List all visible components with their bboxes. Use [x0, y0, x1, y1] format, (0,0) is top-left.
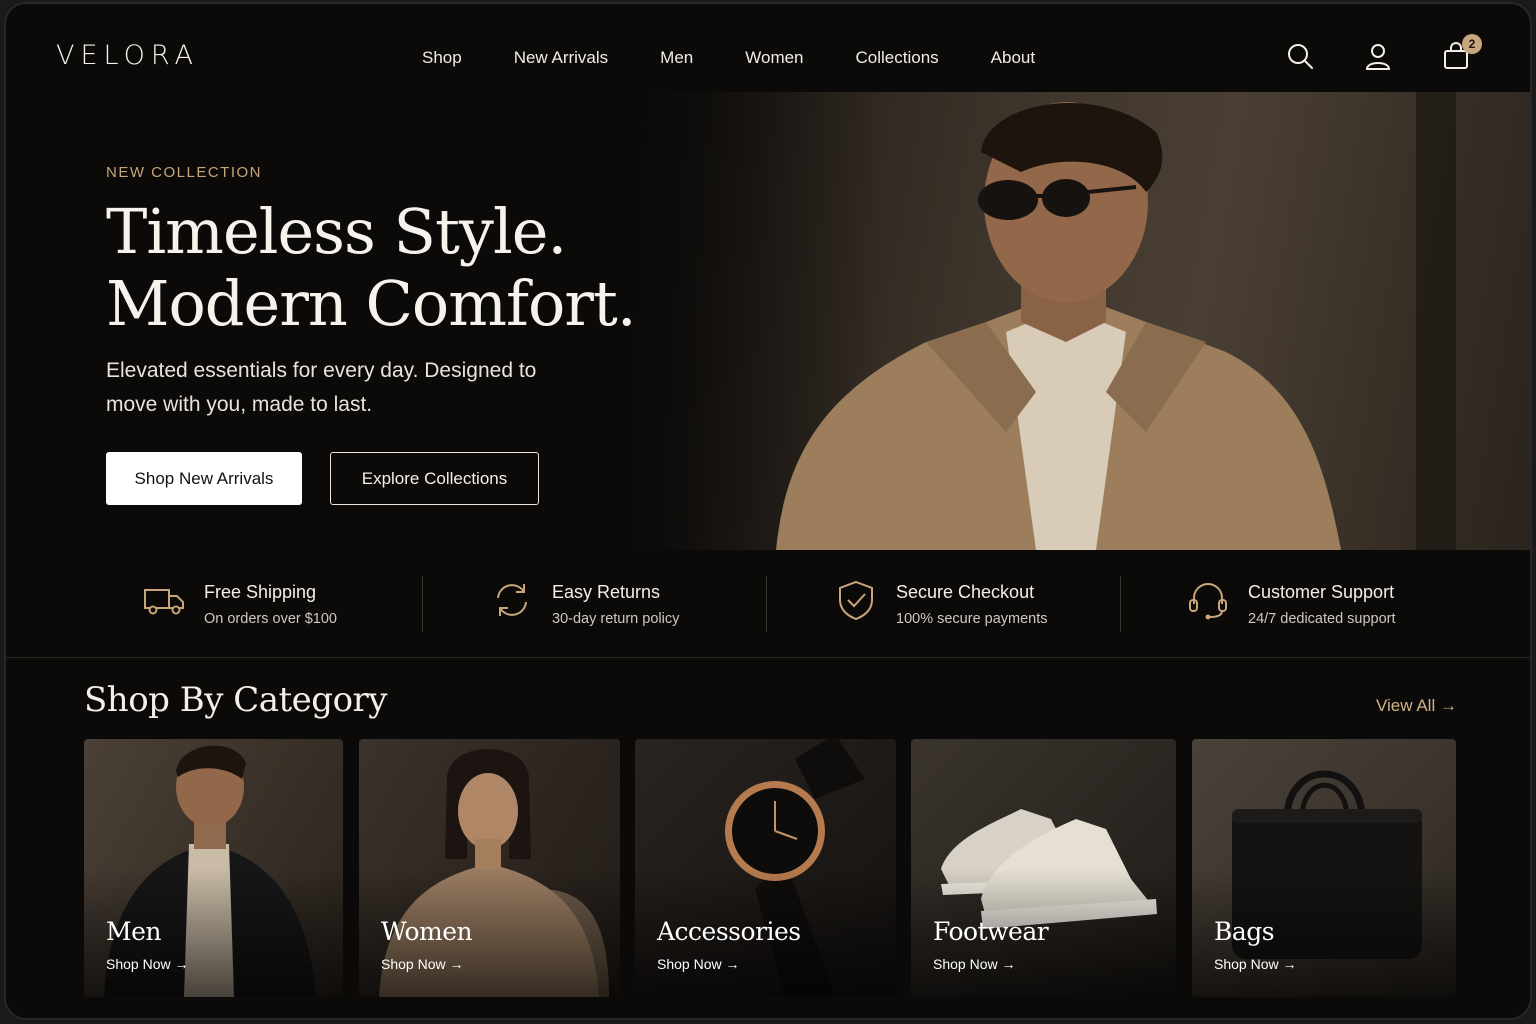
- shield-check-icon: [834, 578, 878, 622]
- category-name: Women: [381, 917, 473, 946]
- shop-now-link[interactable]: Shop Now →: [381, 956, 463, 972]
- truck-icon: [142, 578, 186, 622]
- feature-secure-checkout: Secure Checkout 100% secure payments: [834, 578, 1048, 627]
- feature-free-shipping: Free Shipping On orders over $100: [142, 578, 337, 627]
- page-frame: VELORA Shop New Arrivals Men Women Colle…: [4, 2, 1532, 1020]
- cart-count-badge: 2: [1462, 34, 1482, 54]
- shop-now-link[interactable]: Shop Now →: [933, 956, 1015, 972]
- search-icon[interactable]: [1286, 42, 1314, 70]
- hero-title-line-1: Timeless Style.: [106, 195, 567, 268]
- feature-desc: On orders over $100: [204, 611, 337, 627]
- feature-title: Customer Support: [1248, 582, 1395, 602]
- feature-title: Free Shipping: [204, 582, 317, 602]
- category-name: Footwear: [933, 917, 1049, 946]
- category-card-accessories[interactable]: Accessories Shop Now →: [635, 739, 896, 997]
- feature-title: Secure Checkout: [896, 582, 1035, 602]
- nav-item-about[interactable]: About: [991, 48, 1035, 68]
- hero-title: Timeless Style. Modern Comfort.: [106, 195, 637, 340]
- nav-item-women[interactable]: Women: [745, 48, 803, 68]
- site-header: VELORA Shop New Arrivals Men Women Colle…: [6, 4, 1530, 92]
- feature-desc: 30-day return policy: [552, 611, 680, 627]
- feature-title: Easy Returns: [552, 582, 661, 602]
- shop-new-arrivals-button[interactable]: Shop New Arrivals: [106, 452, 302, 505]
- shop-now-link[interactable]: Shop Now →: [1214, 956, 1296, 972]
- shop-now-link[interactable]: Shop Now →: [106, 956, 188, 972]
- nav-item-shop[interactable]: Shop: [422, 48, 462, 68]
- hero-model-image: [626, 92, 1530, 550]
- hero-eyebrow: NEW COLLECTION: [106, 164, 263, 181]
- category-card-bags[interactable]: Bags Shop Now →: [1192, 739, 1456, 997]
- category-section-title: Shop By Category: [84, 680, 388, 720]
- hero-subtitle: Elevated essentials for every day. Desig…: [106, 359, 537, 416]
- header-actions: 2: [1286, 34, 1482, 70]
- category-name: Accessories: [657, 917, 801, 946]
- hero-title-line-2: Modern Comfort.: [106, 267, 637, 340]
- category-card-men[interactable]: Men Shop Now →: [84, 739, 343, 997]
- view-all-link[interactable]: View All →: [1376, 696, 1457, 716]
- user-icon[interactable]: [1364, 42, 1392, 70]
- cart-icon[interactable]: 2: [1442, 34, 1482, 70]
- feature-desc: 24/7 dedicated support: [1248, 611, 1396, 627]
- feature-easy-returns: Easy Returns 30-day return policy: [490, 578, 679, 627]
- headset-icon: [1186, 578, 1230, 622]
- category-name: Men: [106, 917, 162, 946]
- divider: [766, 576, 767, 632]
- category-name: Bags: [1214, 917, 1275, 946]
- nav-item-new-arrivals[interactable]: New Arrivals: [514, 48, 608, 68]
- divider: [1120, 576, 1121, 632]
- hero-section: NEW COLLECTION Timeless Style. Modern Co…: [6, 92, 1530, 550]
- nav-item-men[interactable]: Men: [660, 48, 693, 68]
- brand-logo[interactable]: VELORA: [56, 40, 199, 71]
- shop-now-link[interactable]: Shop Now →: [657, 956, 739, 972]
- explore-collections-button[interactable]: Explore Collections: [330, 452, 539, 505]
- nav-item-collections[interactable]: Collections: [856, 48, 939, 68]
- main-nav: Shop New Arrivals Men Women Collections …: [422, 48, 1087, 68]
- features-bar: Free Shipping On orders over $100 Easy R…: [6, 550, 1530, 658]
- divider: [422, 576, 423, 632]
- returns-icon: [490, 578, 534, 622]
- category-card-women[interactable]: Women Shop Now →: [359, 739, 620, 997]
- category-card-footwear[interactable]: Footwear Shop Now →: [911, 739, 1176, 997]
- feature-customer-support: Customer Support 24/7 dedicated support: [1186, 578, 1396, 627]
- feature-desc: 100% secure payments: [896, 611, 1048, 627]
